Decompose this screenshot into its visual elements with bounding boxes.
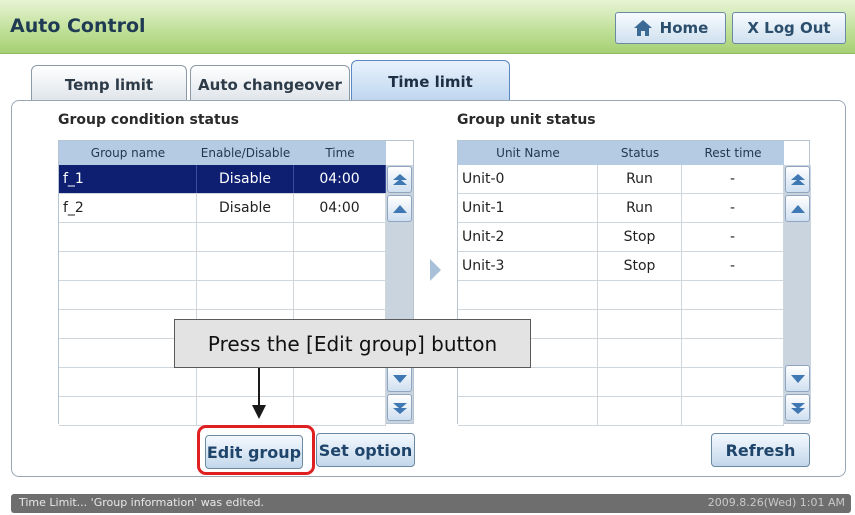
table-row[interactable]: f_2 Disable 04:00	[59, 194, 386, 223]
app-title: Auto Control	[10, 15, 146, 37]
rest-time-cell: -	[682, 252, 784, 280]
refresh-button[interactable]: Refresh	[711, 433, 810, 467]
column-header: Group name	[90, 146, 166, 160]
scroll-up-icon	[790, 204, 805, 213]
enable-cell: Disable	[197, 194, 294, 222]
tab-time-limit[interactable]: Time limit	[351, 60, 510, 103]
scroll-top-button[interactable]	[387, 166, 412, 193]
status-message: Time Limit... 'Group information' was ed…	[19, 496, 265, 509]
group-condition-title: Group condition status	[58, 112, 239, 128]
scroll-down-icon	[790, 374, 805, 383]
table-header: Unit Name Status Rest time	[458, 141, 784, 165]
auto-control-window: Auto Control Home X Log Out Temp limit A…	[0, 0, 855, 515]
table-row[interactable]	[458, 397, 784, 426]
column-header: Time	[325, 146, 355, 160]
scroll-down-icon	[392, 374, 407, 383]
scroll-top-icon	[392, 173, 407, 185]
tab-label: Temp limit	[64, 75, 154, 94]
scroll-up-icon	[392, 204, 407, 213]
title-bar: Auto Control Home X Log Out	[0, 0, 855, 54]
logout-button[interactable]: X Log Out	[732, 12, 846, 44]
set-option-button[interactable]: Set option	[316, 433, 415, 467]
scroll-bottom-icon	[392, 402, 407, 414]
callout-text: Press the [Edit group] button	[207, 331, 498, 356]
scrollbar[interactable]	[784, 165, 811, 423]
table-row[interactable]: f_1 Disable 04:00	[59, 165, 386, 194]
set-option-label: Set option	[318, 440, 413, 460]
time-cell: 04:00	[294, 165, 386, 193]
scroll-bottom-button[interactable]	[785, 394, 810, 421]
unit-status-cell: Run	[598, 165, 682, 193]
scroll-up-button[interactable]	[785, 195, 810, 222]
table-row[interactable]	[59, 223, 386, 252]
scroll-down-button[interactable]	[785, 365, 810, 392]
table-row[interactable]	[59, 281, 386, 310]
instruction-callout: Press the [Edit group] button	[174, 319, 531, 368]
edit-group-highlight	[197, 425, 315, 475]
table-row[interactable]	[59, 397, 386, 426]
unit-name-cell: Unit-2	[458, 223, 598, 251]
column-header: Enable/Disable	[200, 146, 291, 160]
table-row[interactable]: Unit-3 Stop -	[458, 252, 784, 281]
table-row[interactable]: Unit-0 Run -	[458, 165, 784, 194]
tab-auto-changeover[interactable]: Auto changeover	[190, 65, 350, 103]
rest-time-cell: -	[682, 194, 784, 222]
arrow-right-icon	[430, 259, 441, 281]
column-header: Unit Name	[496, 146, 560, 160]
enable-cell: Disable	[197, 165, 294, 193]
status-datetime: 2009.8.26(Wed) 1:01 AM	[707, 496, 845, 509]
rest-time-cell: -	[682, 165, 784, 193]
table-row[interactable]: Unit-2 Stop -	[458, 223, 784, 252]
unit-name-cell: Unit-3	[458, 252, 598, 280]
scroll-up-button[interactable]	[387, 195, 412, 222]
group-unit-table: Unit Name Status Rest time Unit-0 Run - …	[457, 140, 811, 426]
callout-pointer-line	[258, 368, 260, 410]
unit-status-cell: Run	[598, 194, 682, 222]
home-icon	[633, 20, 652, 36]
table-row[interactable]: Unit-1 Run -	[458, 194, 784, 223]
unit-name-cell: Unit-1	[458, 194, 598, 222]
unit-status-cell: Stop	[598, 252, 682, 280]
table-row[interactable]	[59, 368, 386, 397]
group-unit-title: Group unit status	[457, 112, 596, 128]
unit-status-cell: Stop	[598, 223, 682, 251]
scroll-bottom-button[interactable]	[387, 394, 412, 421]
scrollbar[interactable]	[386, 165, 413, 423]
column-header: Rest time	[704, 146, 762, 160]
home-button[interactable]: Home	[615, 12, 726, 44]
status-bar: Time Limit... 'Group information' was ed…	[11, 494, 851, 513]
tab-label: Auto changeover	[198, 75, 342, 94]
time-cell: 04:00	[294, 194, 386, 222]
group-condition-table: Group name Enable/Disable Time f_1 Disab…	[58, 140, 414, 426]
scroll-bottom-icon	[790, 402, 805, 414]
scroll-top-icon	[790, 173, 805, 185]
table-header: Group name Enable/Disable Time	[59, 141, 386, 165]
unit-name-cell: Unit-0	[458, 165, 598, 193]
scroll-top-button[interactable]	[785, 166, 810, 193]
table-row[interactable]	[458, 281, 784, 310]
refresh-label: Refresh	[725, 440, 796, 460]
column-header: Status	[620, 146, 660, 160]
rest-time-cell: -	[682, 223, 784, 251]
table-row[interactable]	[59, 252, 386, 281]
group-name-cell: f_2	[59, 194, 197, 222]
tab-temp-limit[interactable]: Temp limit	[31, 65, 187, 103]
logout-label: X Log Out	[747, 19, 831, 37]
tab-label: Time limit	[388, 73, 473, 91]
table-row[interactable]	[458, 368, 784, 397]
callout-arrow-icon	[252, 405, 266, 419]
home-label: Home	[659, 19, 709, 37]
group-name-cell: f_1	[59, 165, 197, 193]
scroll-down-button[interactable]	[387, 365, 412, 392]
